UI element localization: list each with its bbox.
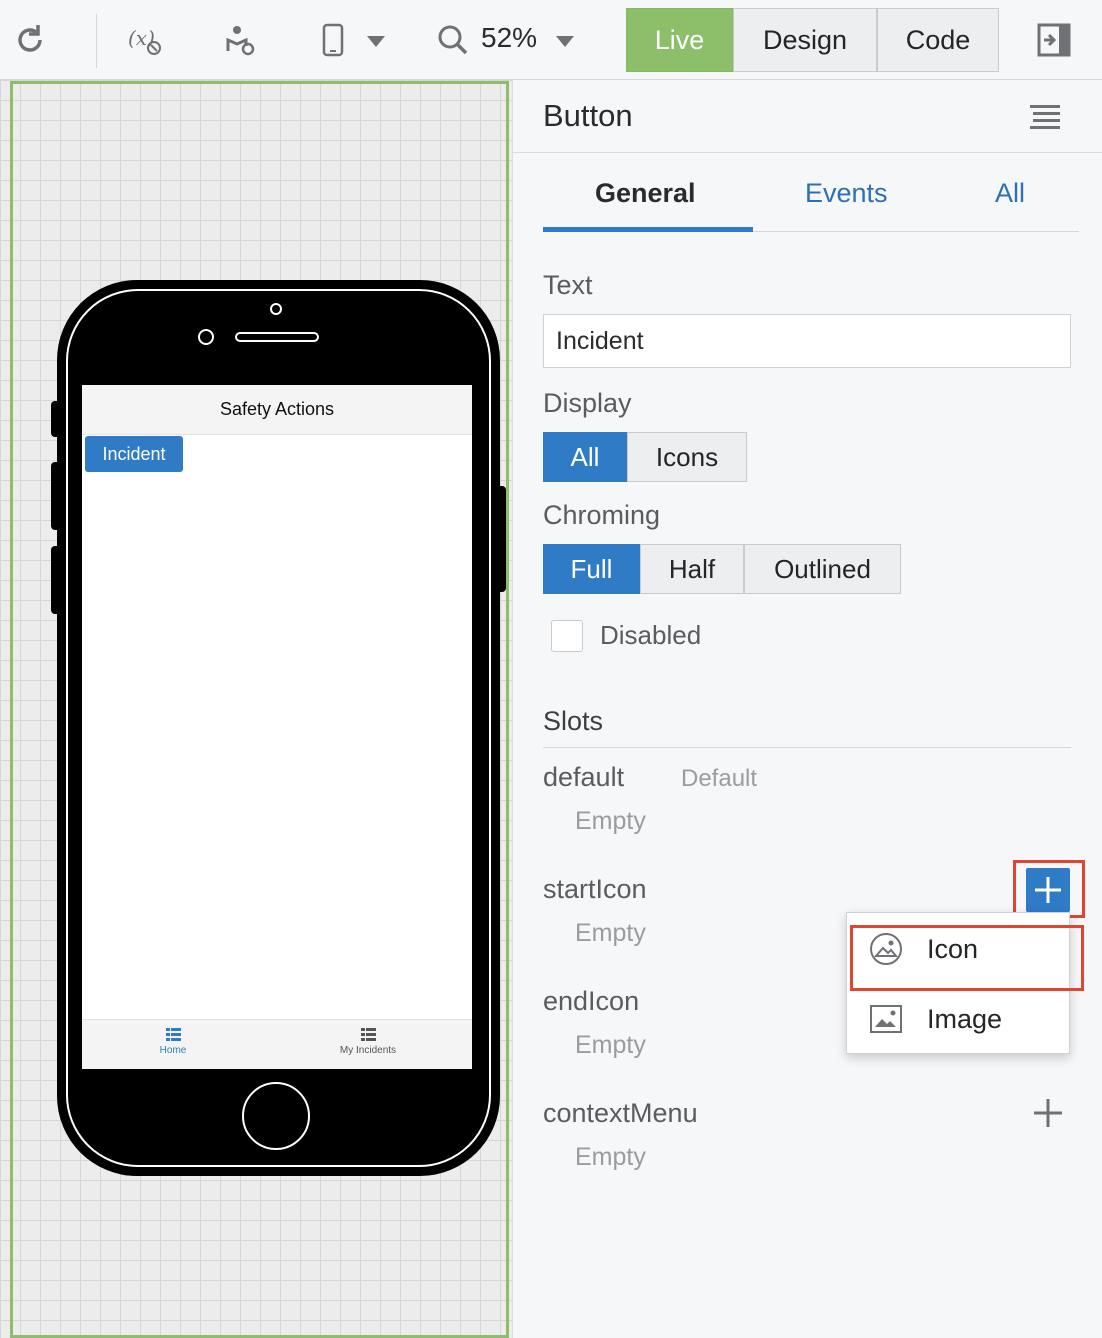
refresh-icon[interactable] [10, 20, 50, 60]
zoom-level[interactable]: 52% [481, 22, 537, 54]
slots-divider [543, 747, 1071, 748]
zoom-search-icon[interactable] [433, 20, 473, 60]
slot-endicon-name: endIcon [543, 986, 640, 1016]
mode-design-button[interactable]: Design [733, 8, 877, 72]
slot-default-value: Empty [575, 807, 646, 835]
chroming-outlined-button[interactable]: Outlined [744, 544, 901, 594]
mode-live-button[interactable]: Live [626, 8, 733, 72]
chroming-half-button[interactable]: Half [640, 544, 744, 594]
tab-events[interactable]: Events [805, 178, 888, 209]
toolbar-separator [96, 14, 97, 68]
nav-my-incidents-label: My Incidents [339, 1045, 397, 1056]
menu-item-image[interactable]: Image [847, 989, 1071, 1049]
display-icons-button[interactable]: Icons [627, 432, 747, 482]
phone-home-button [242, 1082, 310, 1150]
panel-menu-icon[interactable] [1030, 104, 1060, 130]
add-contextmenu-plus-icon[interactable] [1032, 1097, 1064, 1129]
phone-speaker [235, 332, 319, 342]
disabled-checkbox[interactable] [551, 620, 583, 652]
variables-icon[interactable]: (x) [125, 20, 165, 60]
panel-divider [513, 152, 1102, 153]
slot-contextmenu-name: contextMenu [543, 1098, 698, 1128]
svg-text:(x): (x) [128, 26, 155, 50]
property-inspector: Button General Events All Text Incident … [512, 80, 1102, 1338]
menu-item-image-label: Image [927, 1003, 1003, 1034]
chroming-property-label: Chroming [543, 500, 661, 530]
slot-endicon-value: Empty [575, 1031, 646, 1059]
display-all-button[interactable]: All [543, 432, 627, 482]
slot-default-tag: Default [681, 765, 758, 792]
panel-title: Button [543, 98, 633, 133]
nav-item-my-incidents[interactable]: My Incidents [308, 1028, 428, 1056]
zoom-dropdown-chevron-icon[interactable] [556, 36, 574, 47]
disabled-label: Disabled [600, 620, 702, 650]
slot-starticon-name: startIcon [543, 874, 647, 904]
phone-front-camera [198, 329, 214, 345]
tab-all[interactable]: All [995, 178, 1025, 209]
annotation-highlight-icon-item [850, 925, 1084, 991]
annotation-highlight-add-button [1013, 860, 1085, 918]
slots-heading: Slots [543, 706, 604, 736]
device-dropdown-chevron-icon[interactable] [367, 36, 385, 47]
slot-default-name: default [543, 762, 625, 792]
device-phone-icon[interactable] [313, 20, 353, 60]
my-incidents-list-icon [360, 1028, 376, 1041]
incident-button-preview[interactable]: Incident [85, 436, 183, 472]
mode-code-button[interactable]: Code [877, 8, 999, 72]
phone-sensor [270, 303, 282, 315]
active-tab-indicator [543, 227, 753, 232]
user-settings-icon[interactable] [220, 20, 260, 60]
text-property-input[interactable]: Incident [543, 314, 1071, 368]
image-picture-icon [870, 1005, 902, 1033]
slot-starticon-value: Empty [575, 919, 646, 947]
nav-item-home[interactable]: Home [113, 1028, 233, 1056]
tab-general[interactable]: General [595, 178, 696, 209]
nav-home-label: Home [159, 1045, 187, 1056]
slot-contextmenu-value: Empty [575, 1143, 646, 1171]
app-header-title: Safety Actions [82, 385, 472, 435]
app-bottom-nav: Home My Incidents [82, 1019, 472, 1069]
display-property-label: Display [543, 388, 632, 418]
text-property-label: Text [543, 270, 593, 300]
phone-screen: Safety Actions Incident Home My Incident… [82, 385, 472, 1069]
chroming-full-button[interactable]: Full [543, 544, 640, 594]
toolbar: (x) 52% Live Design Code [0, 0, 1102, 80]
toggle-panel-icon[interactable] [1034, 20, 1074, 60]
panel-tabs: General Events All [543, 172, 1079, 232]
home-list-icon [165, 1028, 181, 1041]
